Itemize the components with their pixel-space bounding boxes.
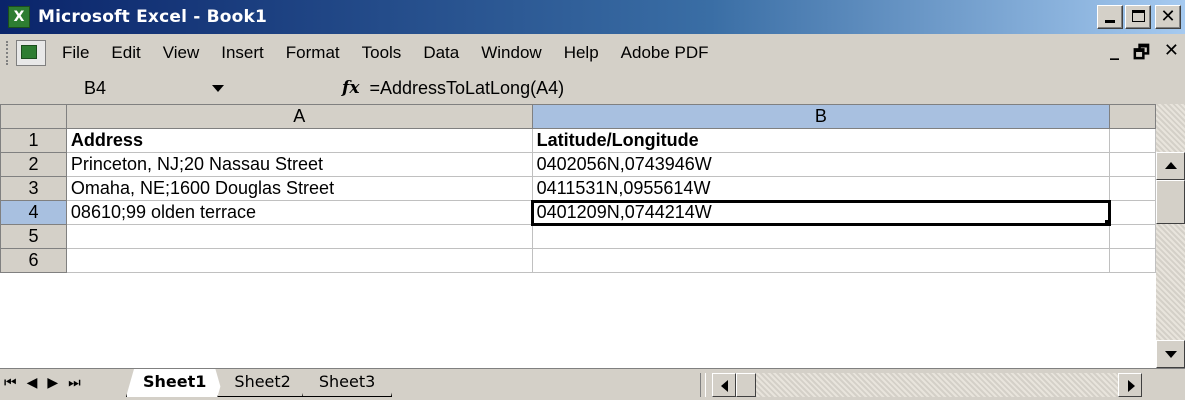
cell-a4[interactable]: 08610;99 olden terrace (65, 200, 533, 225)
table-row: 4 08610;99 olden terrace 0401209N,074421… (0, 199, 1156, 226)
menu-help[interactable]: Help (560, 41, 603, 65)
cell-c4[interactable] (1109, 200, 1156, 225)
cell-c2[interactable] (1109, 152, 1156, 177)
horizontal-scroll-thumb[interactable] (736, 373, 756, 397)
horizontal-scrollbar[interactable] (712, 373, 1142, 397)
cell-a2[interactable]: Princeton, NJ;20 Nassau Street (65, 152, 533, 177)
column-header-a[interactable]: A (65, 104, 533, 129)
tab-sheet2[interactable]: Sheet2 (217, 369, 307, 397)
name-box-value: B4 (84, 77, 107, 98)
minimize-icon (1105, 20, 1115, 23)
table-row: 6 (0, 248, 1156, 273)
arrow-right-icon (1128, 380, 1135, 392)
select-all-corner[interactable] (0, 104, 67, 129)
minimize-button[interactable] (1097, 5, 1123, 29)
formula-input[interactable]: =AddressToLatLong(A4) (369, 78, 564, 99)
arrow-left-icon (721, 380, 728, 392)
cell-c5[interactable] (1109, 224, 1156, 249)
sheet-tabs: Sheet1 Sheet2 Sheet3 (126, 369, 386, 399)
document-controls: _ 🗗 ✕ (1110, 40, 1179, 70)
row-header[interactable]: 6 (0, 248, 67, 273)
row-header[interactable]: 4 (0, 200, 67, 225)
close-icon: ✕ (1160, 6, 1176, 27)
tab-split-handle[interactable] (700, 373, 706, 397)
cell-b4-active[interactable]: 0401209N,0744214W (531, 199, 1111, 226)
cell-b4-value: 0401209N,0744214W (536, 202, 712, 222)
row-header[interactable]: 1 (0, 128, 67, 153)
cell-a3[interactable]: Omaha, NE;1600 Douglas Street (65, 176, 533, 201)
row-header[interactable]: 5 (0, 224, 67, 249)
menu-window[interactable]: Window (477, 41, 545, 65)
title-bar: X Microsoft Excel - Book1 ✕ (0, 0, 1185, 34)
fx-icon[interactable]: fx (342, 78, 359, 98)
row-header[interactable]: 3 (0, 176, 67, 201)
scroll-down-button[interactable] (1156, 340, 1185, 368)
column-header-b[interactable]: B (531, 104, 1111, 129)
vertical-scroll-thumb[interactable] (1156, 180, 1185, 224)
window-controls: ✕ (1097, 5, 1181, 29)
maximize-icon (1132, 10, 1145, 22)
arrow-down-icon (1165, 351, 1177, 358)
cell-a5[interactable] (65, 224, 533, 249)
cell-b2[interactable]: 0402056N,0743946W (531, 152, 1111, 177)
cell-b5[interactable] (531, 224, 1111, 249)
menu-tools[interactable]: Tools (358, 41, 406, 65)
doc-restore-icon[interactable]: 🗗 (1133, 40, 1150, 70)
chevron-down-icon[interactable] (212, 85, 224, 92)
cell-a1[interactable]: Address (65, 128, 533, 153)
fill-handle[interactable] (1105, 220, 1109, 224)
row-header[interactable]: 2 (0, 152, 67, 177)
scroll-up-button[interactable] (1156, 152, 1185, 180)
window-title: Microsoft Excel - Book1 (38, 7, 268, 27)
scroll-right-button[interactable] (1118, 373, 1142, 397)
workbook-icon[interactable] (16, 40, 46, 66)
worksheet-grid: A B 1 Address Latitude/Longitude 2 Princ… (0, 104, 1156, 368)
table-row: 5 (0, 224, 1156, 249)
arrow-up-icon (1165, 162, 1177, 169)
cell-b6[interactable] (531, 248, 1111, 273)
cell-b1[interactable]: Latitude/Longitude (531, 128, 1111, 153)
menu-file[interactable]: File (58, 41, 93, 65)
toolbar-grip[interactable] (6, 41, 10, 65)
tab-navigation: ⏮ ◀ ▶ ⏭ (4, 375, 81, 391)
prev-sheet-icon[interactable]: ◀ (27, 375, 38, 391)
tab-sheet3[interactable]: Sheet3 (302, 369, 392, 397)
menu-data[interactable]: Data (419, 41, 463, 65)
cell-b3[interactable]: 0411531N,0955614W (531, 176, 1111, 201)
maximize-button[interactable] (1125, 5, 1151, 29)
scroll-left-button[interactable] (712, 373, 736, 397)
doc-minimize-icon[interactable]: _ (1110, 40, 1119, 70)
name-box[interactable]: B4 (4, 74, 234, 102)
menu-insert[interactable]: Insert (217, 41, 268, 65)
table-row: 2 Princeton, NJ;20 Nassau Street 0402056… (0, 152, 1156, 177)
menu-adobe-pdf[interactable]: Adobe PDF (617, 41, 713, 65)
column-header-c[interactable] (1109, 104, 1156, 129)
first-sheet-icon[interactable]: ⏮ (4, 375, 17, 391)
table-row: 3 Omaha, NE;1600 Douglas Street 0411531N… (0, 176, 1156, 201)
next-sheet-icon[interactable]: ▶ (47, 375, 58, 391)
menu-bar: File Edit View Insert Format Tools Data … (0, 34, 1185, 72)
cell-a6[interactable] (65, 248, 533, 273)
close-button[interactable]: ✕ (1155, 5, 1181, 29)
excel-icon[interactable]: X (8, 6, 30, 28)
sheet-tab-bar: ⏮ ◀ ▶ ⏭ Sheet1 Sheet2 Sheet3 (0, 368, 1185, 400)
tab-sheet1[interactable]: Sheet1 (126, 369, 223, 397)
menu-format[interactable]: Format (282, 41, 344, 65)
cell-c1[interactable] (1109, 128, 1156, 153)
cell-c6[interactable] (1109, 248, 1156, 273)
formula-bar: B4 fx =AddressToLatLong(A4) (0, 72, 1185, 104)
last-sheet-icon[interactable]: ⏭ (68, 375, 81, 391)
cell-c3[interactable] (1109, 176, 1156, 201)
doc-close-icon[interactable]: ✕ (1164, 40, 1179, 70)
menu-view[interactable]: View (159, 41, 204, 65)
table-row: 1 Address Latitude/Longitude (0, 128, 1156, 153)
vertical-scrollbar[interactable] (1156, 104, 1185, 368)
menu-edit[interactable]: Edit (107, 41, 144, 65)
